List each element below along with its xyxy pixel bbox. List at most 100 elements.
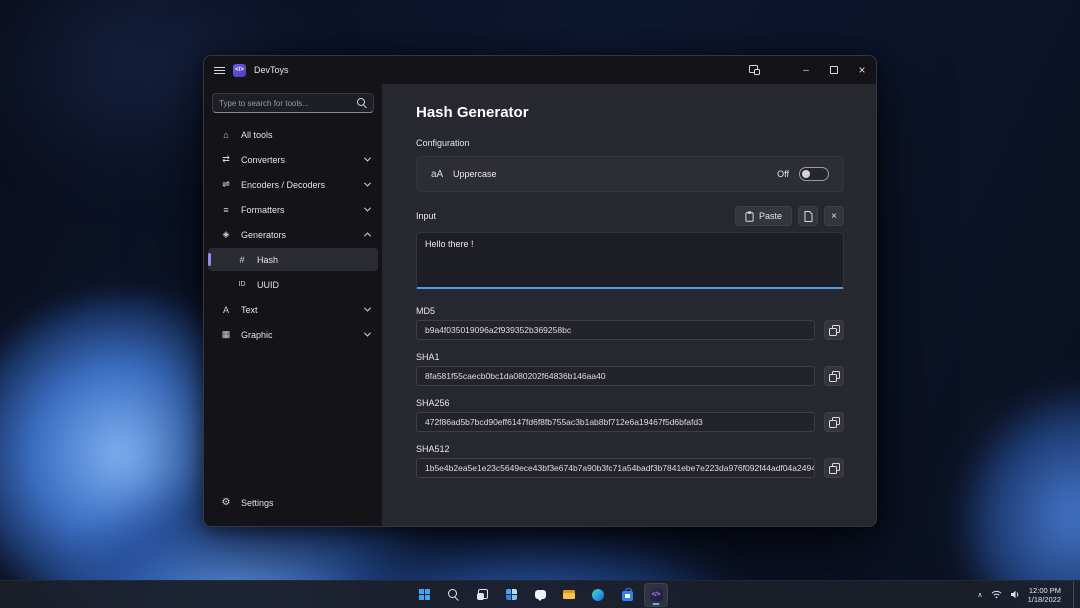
edge-icon: [592, 589, 604, 601]
sha1-block: SHA1 8fa581f55caecb0bc1da080202f64836b14…: [416, 352, 844, 386]
search-icon: [448, 589, 458, 600]
window-body: ⌂ All tools ⇄ Converters ⇌ Encoders / De…: [204, 84, 876, 526]
tool-search-box[interactable]: [212, 93, 374, 113]
edge-button[interactable]: [586, 583, 610, 607]
hash-icon: #: [234, 255, 250, 265]
paste-icon: [745, 211, 754, 222]
app-title: DevToys: [254, 65, 289, 75]
chevron-down-icon: [364, 180, 371, 187]
sidebar-item-text[interactable]: A Text: [208, 298, 378, 321]
minimize-icon: –: [803, 65, 809, 76]
start-button[interactable]: [412, 583, 436, 607]
sha512-copy-button[interactable]: [824, 458, 844, 478]
gear-icon: ⚙: [218, 497, 234, 508]
close-icon: ×: [831, 211, 837, 222]
clear-input-button[interactable]: ×: [824, 206, 844, 226]
network-button[interactable]: [991, 586, 1002, 604]
maximize-icon: [830, 66, 838, 74]
sidebar-item-generators[interactable]: ◈ Generators: [208, 223, 378, 246]
uuid-icon: ID: [234, 281, 250, 288]
md5-output-field[interactable]: b9a4f035019096a2f939352b369258bc: [416, 320, 815, 340]
text-icon: A: [218, 305, 234, 315]
maximize-button[interactable]: [820, 56, 848, 84]
sha256-label: SHA256: [416, 398, 844, 408]
paste-label: Paste: [759, 211, 782, 221]
sidebar-item-label: Text: [241, 305, 258, 315]
sidebar-item-label: Formatters: [241, 205, 285, 215]
sidebar-item-uuid[interactable]: ID UUID: [208, 273, 378, 296]
sha256-output-field[interactable]: 472f86ad5b7bcd90eff6147fd6f8fb755ac3b1ab…: [416, 412, 815, 432]
chevron-down-icon: [364, 205, 371, 212]
close-button[interactable]: ×: [848, 56, 876, 84]
md5-copy-button[interactable]: [824, 320, 844, 340]
taskbar-clock[interactable]: 12:00 PM 1/18/2022: [1028, 586, 1065, 604]
sidebar-item-label: UUID: [257, 280, 279, 290]
hamburger-menu-icon[interactable]: [214, 67, 225, 74]
wallpaper-petal: [876, 306, 1080, 608]
clock-time: 12:00 PM: [1029, 586, 1061, 595]
open-file-button[interactable]: [798, 206, 818, 226]
sha512-label: SHA512: [416, 444, 844, 454]
uppercase-toggle[interactable]: [799, 167, 829, 181]
sha256-copy-button[interactable]: [824, 412, 844, 432]
copy-icon: [829, 463, 840, 474]
input-label: Input: [416, 211, 436, 221]
taskbar-icons: </>: [412, 581, 668, 608]
sidebar-item-label: Encoders / Decoders: [241, 180, 325, 190]
sidebar-item-label: Generators: [241, 230, 286, 240]
show-desktop-button[interactable]: [1073, 581, 1076, 608]
sha256-block: SHA256 472f86ad5b7bcd90eff6147fd6f8fb755…: [416, 398, 844, 432]
md5-block: MD5 b9a4f035019096a2f939352b369258bc: [416, 306, 844, 340]
taskbar-search-button[interactable]: [441, 583, 465, 607]
sidebar: ⌂ All tools ⇄ Converters ⇌ Encoders / De…: [204, 84, 382, 526]
sha512-block: SHA512 1b5e4b2ea5e1e23c5649ece43bf3e674b…: [416, 444, 844, 478]
hash-generator-page: Hash Generator Configuration aA Uppercas…: [382, 84, 876, 526]
microsoft-store-button[interactable]: [615, 583, 639, 607]
graphic-icon: ▦: [218, 329, 234, 340]
chat-button[interactable]: [528, 583, 552, 607]
sidebar-item-label: Graphic: [241, 330, 273, 340]
volume-button[interactable]: [1010, 586, 1020, 604]
paste-button[interactable]: Paste: [735, 206, 792, 226]
sidebar-item-formatters[interactable]: ≡ Formatters: [208, 198, 378, 221]
sha512-output-field[interactable]: 1b5e4b2ea5e1e23c5649ece43bf3e674b7a90b3f…: [416, 458, 815, 478]
sidebar-item-label: All tools: [241, 130, 273, 140]
sidebar-item-all-tools[interactable]: ⌂ All tools: [208, 123, 378, 146]
sidebar-item-encoders-decoders[interactable]: ⇌ Encoders / Decoders: [208, 173, 378, 196]
sidebar-item-hash[interactable]: # Hash: [208, 248, 378, 271]
search-input[interactable]: [219, 99, 357, 108]
uppercase-toggle-state: Off: [777, 169, 789, 179]
file-explorer-button[interactable]: [557, 583, 581, 607]
devtoys-logo-icon: </>: [233, 64, 246, 77]
window-controls: – ×: [740, 56, 876, 84]
devtoys-taskbar-button[interactable]: </>: [644, 583, 668, 607]
sidebar-item-settings[interactable]: ⚙ Settings: [208, 491, 378, 514]
task-view-button[interactable]: [470, 583, 494, 607]
tray-chevron-up-icon[interactable]: ∧: [978, 591, 983, 599]
sidebar-item-converters[interactable]: ⇄ Converters: [208, 148, 378, 171]
sha1-output-field[interactable]: 8fa581f55caecb0bc1da080202f64836b146aa40: [416, 366, 815, 386]
copy-icon: [829, 371, 840, 382]
input-actions: Paste ×: [735, 206, 844, 226]
clock-date: 1/18/2022: [1028, 595, 1061, 604]
uppercase-label: Uppercase: [453, 169, 497, 179]
compact-overlay-button[interactable]: [740, 56, 768, 84]
widgets-button[interactable]: [499, 583, 523, 607]
home-icon: ⌂: [218, 130, 234, 140]
minimize-button[interactable]: –: [792, 56, 820, 84]
input-textarea[interactable]: Hello there !: [416, 232, 844, 289]
settings-label: Settings: [241, 498, 274, 508]
wifi-icon: [991, 590, 1002, 599]
input-header: Input Paste: [416, 206, 844, 226]
md5-label: MD5: [416, 306, 844, 316]
encoders-decoders-icon: ⇌: [218, 179, 234, 190]
formatters-icon: ≡: [218, 205, 234, 215]
speaker-icon: [1010, 590, 1020, 599]
chat-icon: [535, 590, 546, 599]
sha1-copy-button[interactable]: [824, 366, 844, 386]
sidebar-item-label: Hash: [257, 255, 278, 265]
chevron-up-icon: [364, 232, 371, 239]
titlebar[interactable]: </> DevToys – ×: [204, 56, 876, 84]
sidebar-item-graphic[interactable]: ▦ Graphic: [208, 323, 378, 346]
sidebar-spacer: [204, 347, 382, 491]
